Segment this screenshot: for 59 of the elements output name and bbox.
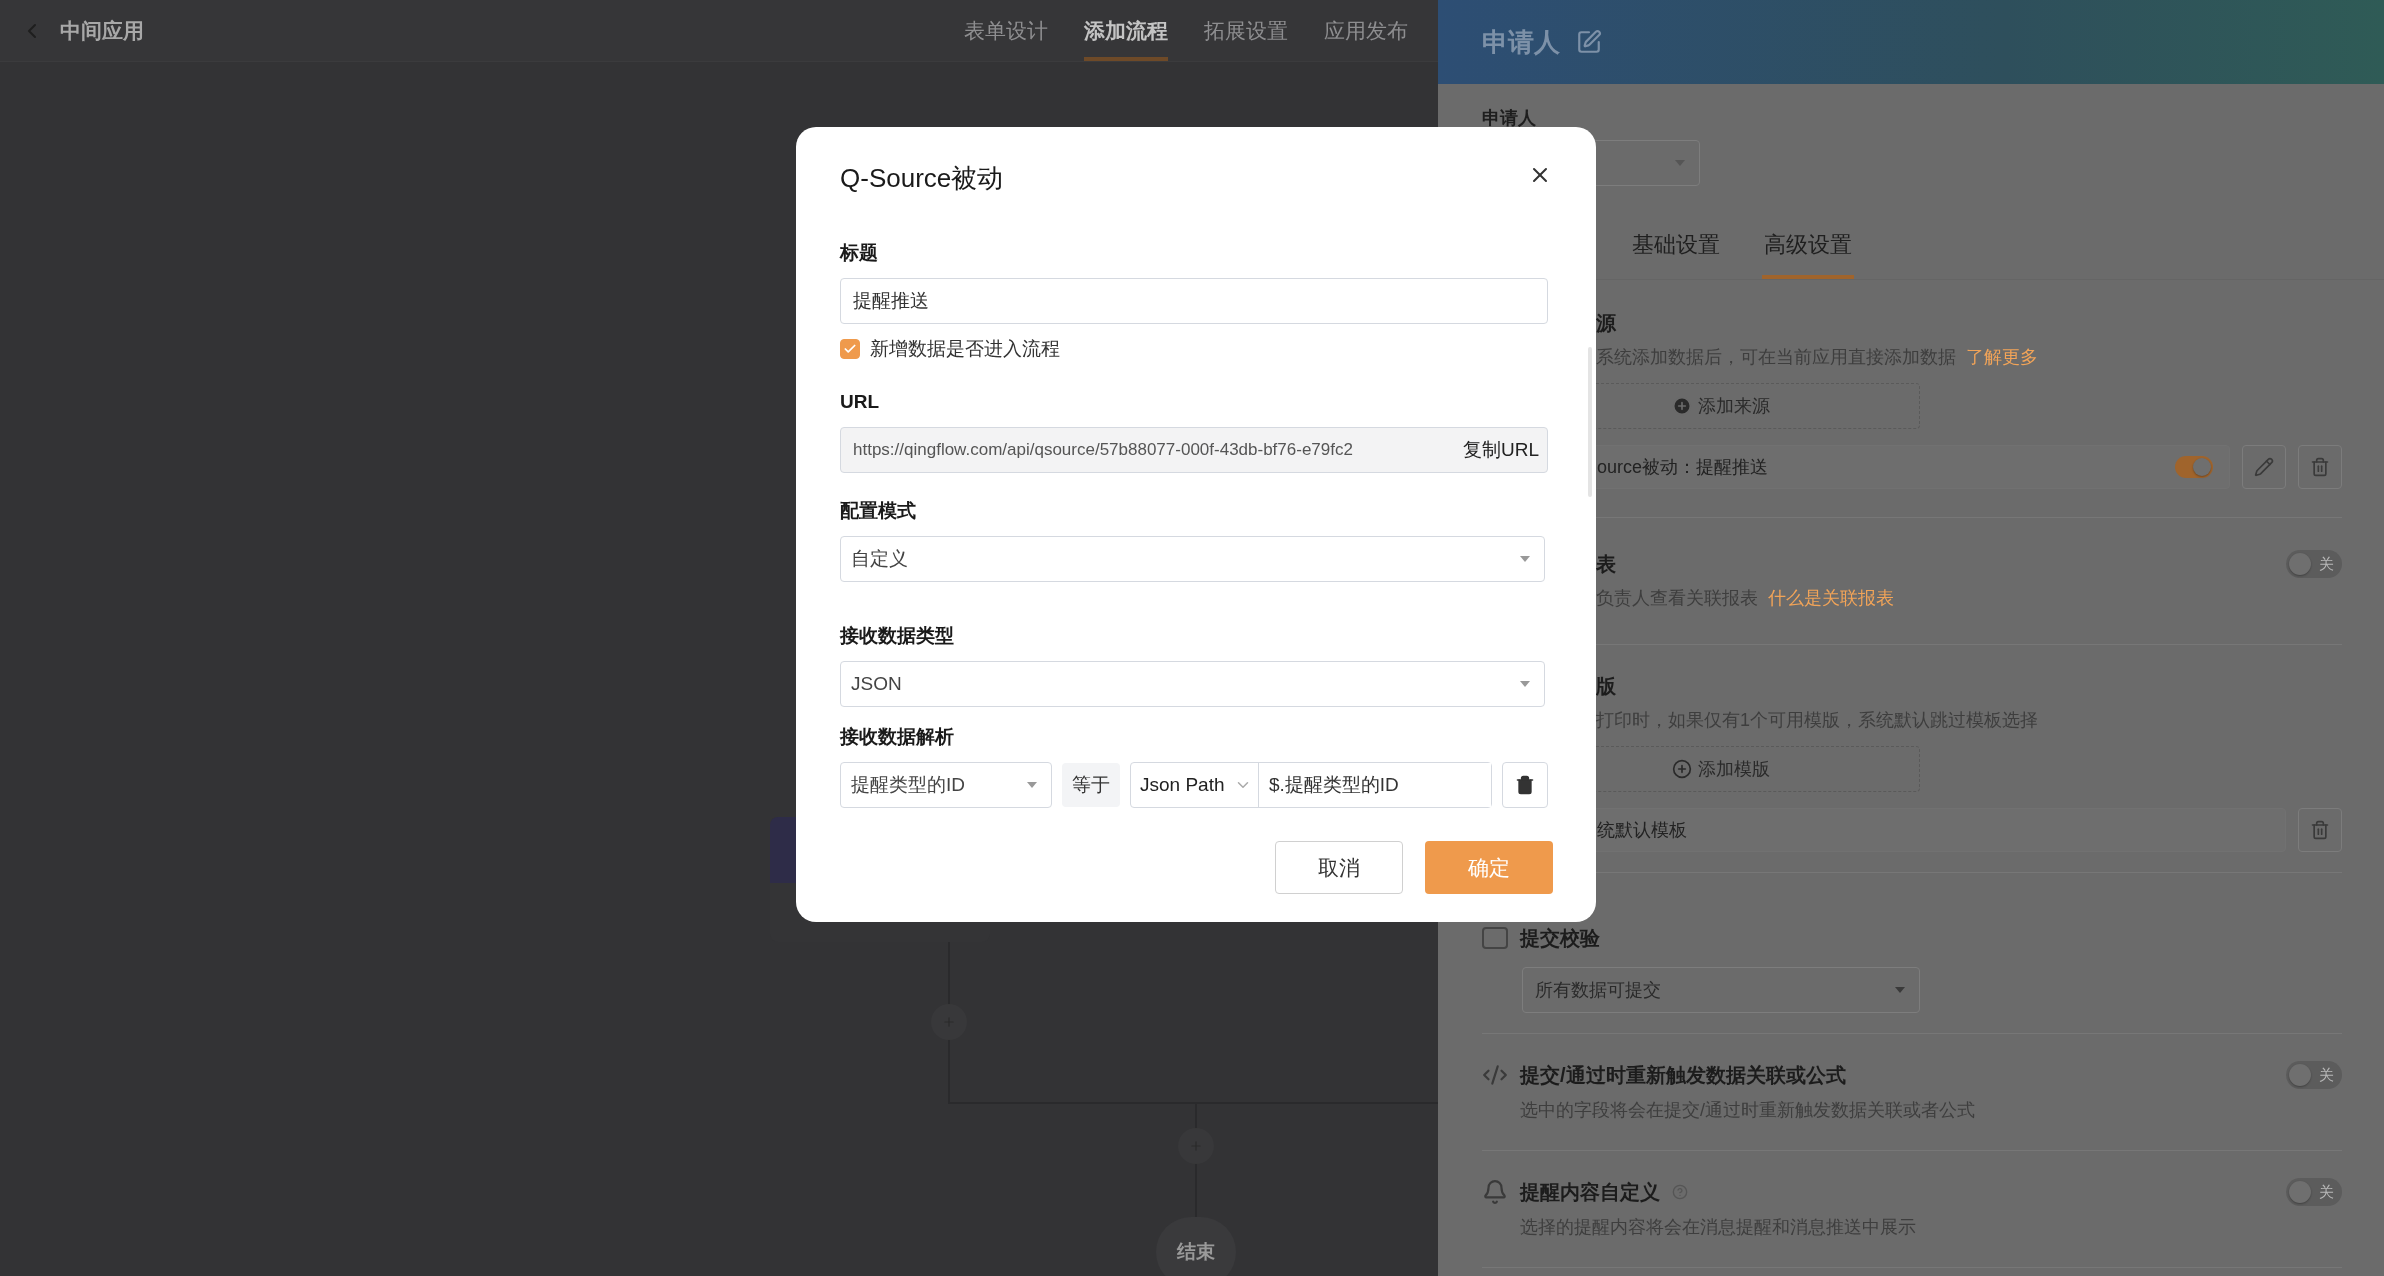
path-field[interactable]: Json Path $.提醒类型的ID bbox=[1130, 762, 1492, 808]
edit-button[interactable] bbox=[2242, 445, 2286, 489]
help-link[interactable]: 什么是关联报表 bbox=[1768, 588, 1894, 608]
nav-tab[interactable]: 应用发布 bbox=[1324, 0, 1408, 61]
select-field[interactable]: 自定义 bbox=[840, 536, 1546, 582]
toggle-switch[interactable]: 关 bbox=[2286, 550, 2342, 578]
section-title: 提交/通过时重新触发数据关联或公式 bbox=[1520, 1062, 1846, 1088]
section-title: 版 bbox=[1596, 674, 1617, 699]
plus-circle-icon bbox=[1672, 759, 1692, 779]
url-text: https://qingflow.com/api/qsource/57b88077-000f-43db-bf76-e79fc2 bbox=[853, 440, 1354, 460]
caret-icon bbox=[1520, 556, 1531, 562]
trash-icon bbox=[2310, 820, 2330, 840]
field-select[interactable]: 提醒类型的ID bbox=[840, 762, 1052, 808]
bell-icon bbox=[1482, 1179, 1508, 1205]
check-icon bbox=[843, 342, 857, 356]
caret-icon bbox=[1027, 782, 1037, 788]
back-button[interactable]: 中间应用 bbox=[20, 16, 144, 45]
title-input[interactable]: 提醒推送 bbox=[840, 278, 1548, 324]
end-node: 结束 bbox=[1156, 1217, 1236, 1276]
edit-icon[interactable] bbox=[1576, 29, 1602, 55]
caret-icon bbox=[1520, 681, 1531, 687]
code-icon bbox=[1482, 1062, 1508, 1088]
caret-icon bbox=[1895, 987, 1905, 993]
field-label: 接收数据解析 bbox=[840, 725, 955, 749]
trash-icon bbox=[2310, 457, 2330, 477]
select-field[interactable]: JSON bbox=[840, 661, 1546, 707]
cancel-button[interactable]: 取消 bbox=[1275, 841, 1403, 894]
nav-tab[interactable]: 添加流程 bbox=[1084, 0, 1168, 61]
settings-tab[interactable]: 高级设置 bbox=[1762, 214, 1854, 279]
dialog-title: Q-Source被动 bbox=[840, 162, 1004, 195]
confirm-button[interactable]: 确定 bbox=[1425, 841, 1553, 894]
toggle-switch[interactable]: 关 bbox=[2286, 1178, 2342, 1206]
nav-tab[interactable]: 拓展设置 bbox=[1204, 0, 1288, 61]
select-field[interactable]: 所有数据可提交 bbox=[1522, 967, 1920, 1013]
learn-more-link[interactable]: 了解更多 bbox=[1966, 347, 2038, 367]
settings-tab[interactable]: 基础设置 bbox=[1630, 214, 1722, 279]
field-label: 标题 bbox=[840, 241, 879, 265]
checkbox-square-icon bbox=[1482, 927, 1508, 949]
copy-url-button[interactable]: 复制URL bbox=[1463, 437, 1539, 463]
operator-label: 等于 bbox=[1062, 763, 1120, 807]
pencil-icon bbox=[2254, 457, 2274, 477]
field-label: URL bbox=[840, 390, 881, 414]
panel-title: 申请人 bbox=[1482, 25, 1560, 59]
field-label: 配置模式 bbox=[840, 499, 917, 523]
toggle-switch[interactable] bbox=[2175, 456, 2213, 478]
trash-icon bbox=[1515, 775, 1535, 795]
checkbox[interactable] bbox=[840, 339, 860, 359]
item-label: ource被动：提醒推送 bbox=[1597, 456, 1769, 479]
section-title: 提交校验 bbox=[1520, 925, 1600, 951]
field-label: 接收数据类型 bbox=[840, 624, 955, 648]
checkbox-label: 新增数据是否进入流程 bbox=[870, 337, 1060, 361]
section-title: 表 bbox=[1596, 551, 1616, 577]
field-label: 申请人 bbox=[1482, 107, 1537, 130]
section-title: 源 bbox=[1596, 311, 1617, 336]
section-title: 提醒内容自定义 bbox=[1520, 1179, 1660, 1205]
nav-tab[interactable]: 表单设计 bbox=[964, 0, 1048, 61]
plus-circle-icon bbox=[1672, 396, 1692, 416]
item-label: 统默认模板 bbox=[1597, 819, 1687, 842]
toggle-switch[interactable]: 关 bbox=[2286, 1061, 2342, 1089]
